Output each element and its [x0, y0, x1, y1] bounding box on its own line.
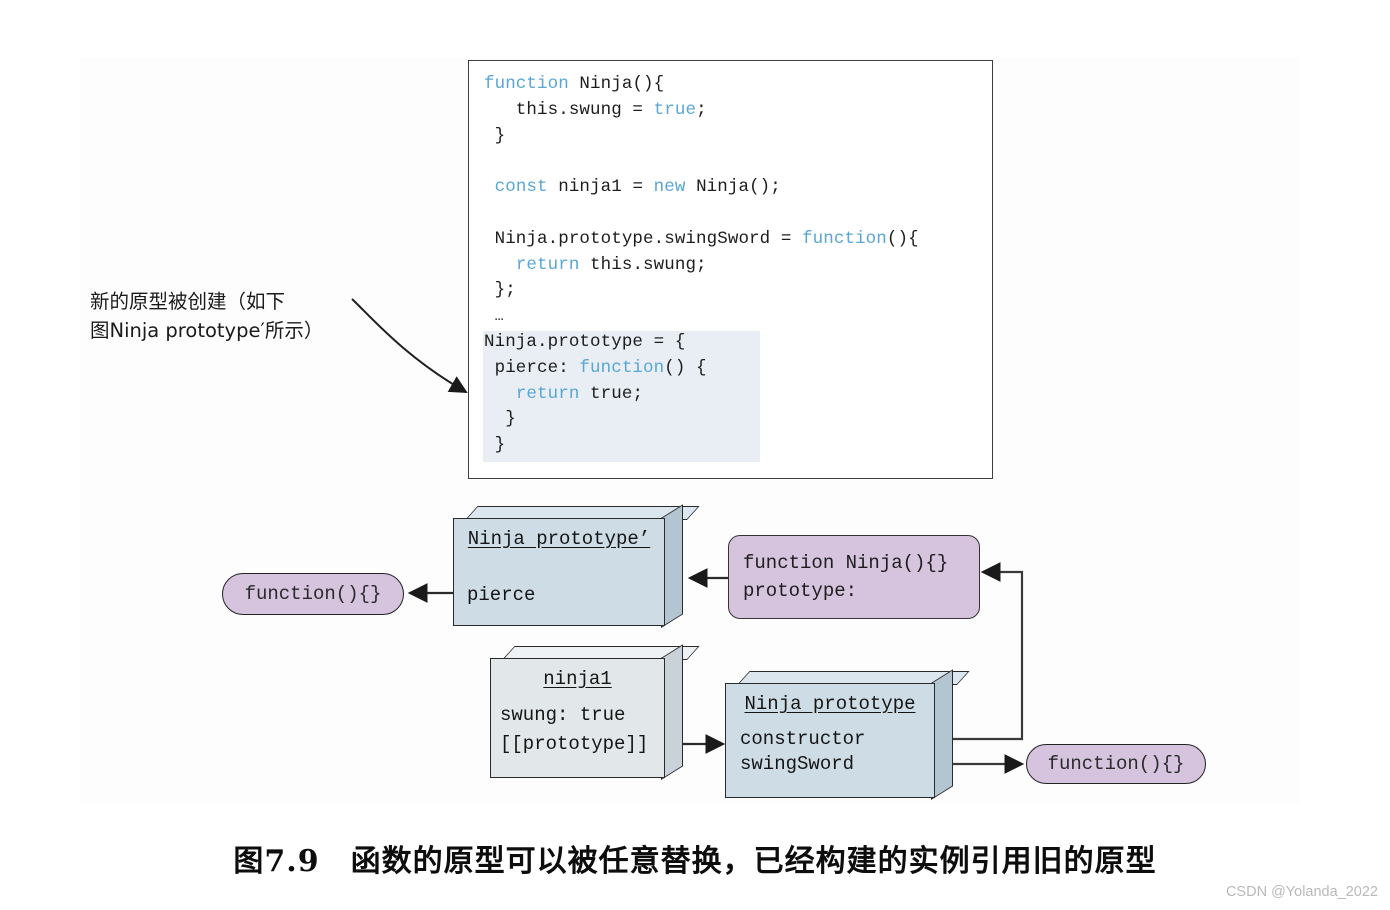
node-ninja-prototype-old[interactable]: Ninja prototype constructor swingSword: [725, 669, 970, 800]
node-title: Ninja prototype: [744, 693, 916, 715]
node-ninja1-instance[interactable]: ninja1 swung: true [[prototype]]: [490, 644, 700, 780]
node-line-2: prototype:: [743, 580, 858, 602]
code-listing-text: function Ninja(){ this.swung = true; } c…: [484, 74, 919, 456]
node-line-1: function Ninja(){}: [743, 552, 949, 574]
annotation-line-1: 新的原型被创建（如下: [90, 290, 286, 313]
node-row-internal-prototype: [[prototype]]: [500, 733, 649, 755]
node-ninja-constructor[interactable]: function Ninja(){} prototype:: [728, 535, 980, 619]
annotation-new-prototype-created: 新的原型被创建（如下 图Ninja prototype′所示）: [90, 287, 370, 345]
node-row-constructor: constructor: [740, 728, 866, 750]
watermark: CSDN @Yolanda_2022: [1225, 884, 1378, 900]
node-row-swingsword: swingSword: [740, 753, 855, 775]
figure-caption: 图7.9 函数的原型可以被任意替换，已经构建的实例引用旧的原型: [233, 844, 1157, 879]
node-swingsword-function[interactable]: function(){}: [1026, 744, 1206, 784]
node-label: function(){}: [244, 583, 382, 605]
node-title: Ninja prototype’: [467, 528, 651, 550]
node-row-pierce: pierce: [467, 584, 536, 606]
node-title: ninja1: [543, 668, 612, 690]
node-label: function(){}: [1047, 753, 1185, 775]
node-pierce-function[interactable]: function(){}: [222, 573, 404, 615]
node-row-swung: swung: true: [500, 704, 626, 726]
node-ninja-prototype-prime[interactable]: Ninja prototype’ pierce: [453, 504, 700, 628]
annotation-line-2: 图Ninja prototype′所示）: [90, 319, 324, 342]
